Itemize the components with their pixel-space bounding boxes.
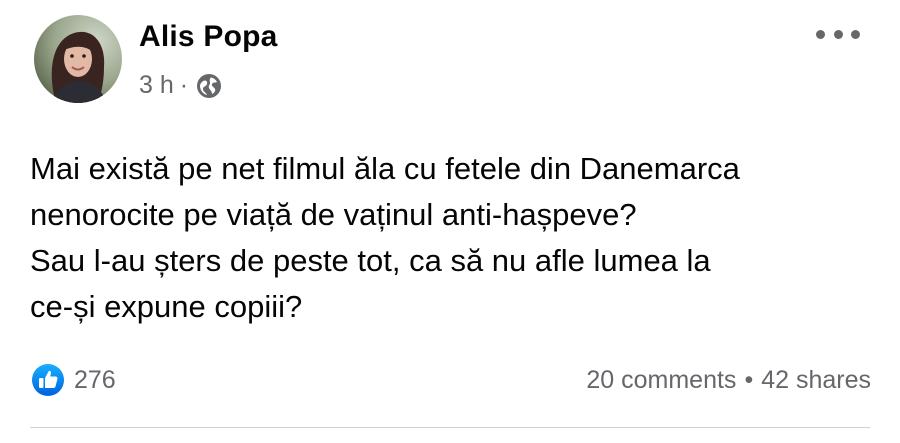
post-text-line: Sau l-au șters de peste tot, ca să nu af… — [30, 243, 711, 278]
post-timestamp[interactable]: 3 h — [139, 71, 174, 100]
reactions-summary[interactable]: 276 — [31, 363, 116, 397]
post-card: Alis Popa 3 h · Mai există pe net filmul… — [0, 0, 900, 443]
like-icon — [31, 363, 65, 397]
author-name[interactable]: Alis Popa — [139, 20, 278, 54]
meta-separator: · — [179, 71, 189, 99]
author-avatar[interactable] — [34, 15, 122, 103]
shares-count-link[interactable]: 42 shares — [761, 366, 871, 395]
comments-count-link[interactable]: 20 comments — [586, 366, 736, 395]
globe-icon[interactable] — [196, 73, 222, 99]
footer-divider — [30, 427, 870, 428]
more-dot — [833, 29, 843, 39]
stats-separator: • — [744, 366, 754, 394]
avatar-photo — [34, 15, 122, 103]
post-text: Mai există pe net filmul ăla cu fetele d… — [30, 146, 880, 330]
more-options-icon[interactable] — [816, 24, 860, 44]
post-text-line: nenorocite pe viață de vaținul anti-hașp… — [30, 197, 637, 232]
post-text-line: ce-și expune copiii? — [30, 289, 303, 324]
more-dot — [851, 29, 860, 39]
reaction-count: 276 — [74, 365, 116, 394]
post-text-line: Mai există pe net filmul ăla cu fetele d… — [30, 151, 740, 186]
engagement-stats: 20 comments • 42 shares — [586, 366, 871, 395]
post-meta: 3 h · — [139, 71, 222, 100]
more-dot — [816, 29, 825, 39]
